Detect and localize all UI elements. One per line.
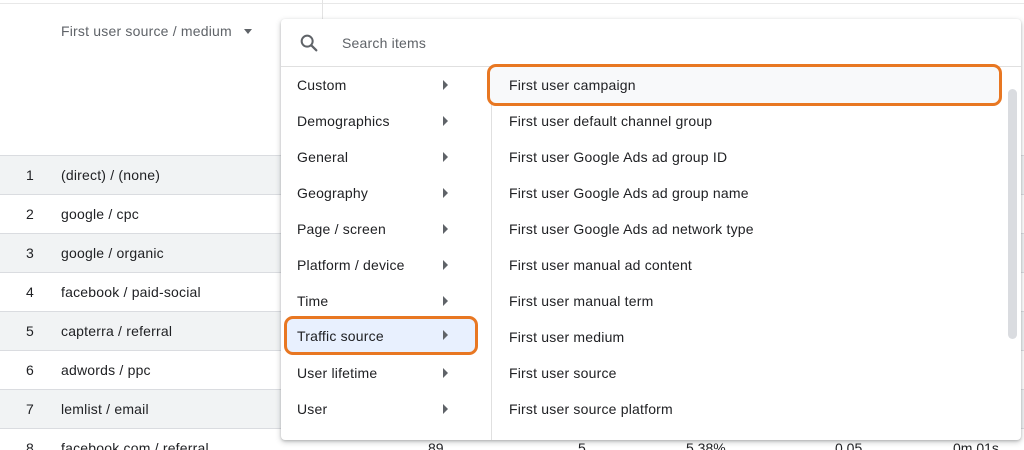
dimension-picker-dropdown: Custom Demographics General Geography Pa… <box>281 19 1021 440</box>
category-label: User <box>297 401 328 417</box>
row-index: 2 <box>26 206 34 222</box>
option-label: First user medium <box>509 329 625 345</box>
category-label: Time <box>297 293 329 309</box>
category-item-user[interactable]: User <box>281 391 491 427</box>
category-label: Page / screen <box>297 221 386 237</box>
option-label: First user Google Ads ad group name <box>509 185 749 201</box>
row-dimension-value: (direct) / (none) <box>61 167 161 183</box>
row-index: 8 <box>26 440 34 450</box>
category-item-page-screen[interactable]: Page / screen <box>281 211 491 247</box>
row-dimension-value: adwords / ppc <box>61 362 151 378</box>
category-label: Traffic source <box>297 327 384 344</box>
row-index: 6 <box>26 362 34 378</box>
option-list-scrollbar[interactable] <box>1005 67 1019 440</box>
option-first-user-manual-term[interactable]: First user manual term <box>493 283 1003 319</box>
chevron-right-icon <box>443 296 448 306</box>
option-label: First user Google Ads ad group ID <box>509 149 728 165</box>
chevron-right-icon <box>443 188 448 198</box>
header-divider <box>0 3 1024 4</box>
row-dimension-value: facebook / paid-social <box>61 284 201 300</box>
row-dimension-value: capterra / referral <box>61 323 173 339</box>
category-label: Platform / device <box>297 257 405 273</box>
row-dimension-value: lemlist / email <box>61 401 149 417</box>
dimension-header-label: First user source / medium <box>61 23 232 39</box>
category-label: Demographics <box>297 113 390 129</box>
category-item-platform-device[interactable]: Platform / device <box>281 247 491 283</box>
category-list: Custom Demographics General Geography Pa… <box>281 67 492 440</box>
option-first-user-source-platform[interactable]: First user source platform <box>493 391 1003 427</box>
category-label: Geography <box>297 185 369 201</box>
chevron-right-icon <box>443 116 448 126</box>
option-label: First user campaign <box>509 77 636 93</box>
row-metric-value: 0.05 <box>835 440 863 450</box>
option-label: First user manual ad content <box>509 257 693 273</box>
row-metric-value: 89 <box>428 440 444 450</box>
category-item-user-lifetime[interactable]: User lifetime <box>281 355 491 391</box>
option-list: First user campaign First user default c… <box>487 64 1003 440</box>
row-dimension-value: google / cpc <box>61 206 139 222</box>
row-index: 4 <box>26 284 34 300</box>
scrollbar-thumb[interactable] <box>1008 89 1017 339</box>
row-index: 5 <box>26 323 34 339</box>
chevron-right-icon <box>443 152 448 162</box>
chevron-right-icon <box>443 368 448 378</box>
option-first-user-google-ads-ad-network-type[interactable]: First user Google Ads ad network type <box>493 211 1003 247</box>
row-index: 3 <box>26 245 34 261</box>
row-metric-value: 0m 01s <box>953 440 999 450</box>
category-label: Custom <box>297 77 347 93</box>
row-index: 7 <box>26 401 34 417</box>
option-first-user-campaign[interactable]: First user campaign <box>487 64 1002 106</box>
category-item-time[interactable]: Time <box>281 283 491 319</box>
row-dimension-value: facebook.com / referral <box>61 440 209 450</box>
option-first-user-google-ads-ad-group-name[interactable]: First user Google Ads ad group name <box>493 175 1003 211</box>
chevron-right-icon <box>443 80 448 90</box>
search-input[interactable] <box>342 31 982 55</box>
option-first-user-source[interactable]: First user source <box>493 355 1003 391</box>
option-label: First user source platform <box>509 401 673 417</box>
row-metric-value: 5.38% <box>686 440 726 450</box>
option-label: First user manual term <box>509 293 654 309</box>
option-first-user-medium[interactable]: First user medium <box>493 319 1003 355</box>
chevron-right-icon <box>443 260 448 270</box>
category-item-general[interactable]: General <box>281 139 491 175</box>
search-bar <box>281 19 1021 67</box>
category-item-custom[interactable]: Custom <box>281 67 491 103</box>
category-label: User lifetime <box>297 365 378 381</box>
search-icon <box>300 34 318 52</box>
dimension-selector[interactable]: First user source / medium <box>61 23 252 39</box>
option-first-user-manual-ad-content[interactable]: First user manual ad content <box>493 247 1003 283</box>
option-label: First user source <box>509 365 617 381</box>
row-dimension-value: google / organic <box>61 245 164 261</box>
option-label: First user default channel group <box>509 113 713 129</box>
chevron-right-icon <box>443 224 448 234</box>
category-label: General <box>297 149 349 165</box>
category-item-geography[interactable]: Geography <box>281 175 491 211</box>
category-item-traffic-source[interactable]: Traffic source <box>284 316 478 355</box>
caret-down-icon <box>243 28 252 34</box>
option-first-user-google-ads-ad-group-id[interactable]: First user Google Ads ad group ID <box>493 139 1003 175</box>
chevron-right-icon <box>443 404 448 414</box>
row-index: 1 <box>26 167 34 183</box>
option-label: First user Google Ads ad network type <box>509 221 754 237</box>
option-first-user-default-channel-group[interactable]: First user default channel group <box>493 103 1003 139</box>
row-metric-value: 5 <box>578 440 586 450</box>
chevron-right-icon <box>443 330 448 340</box>
category-item-demographics[interactable]: Demographics <box>281 103 491 139</box>
